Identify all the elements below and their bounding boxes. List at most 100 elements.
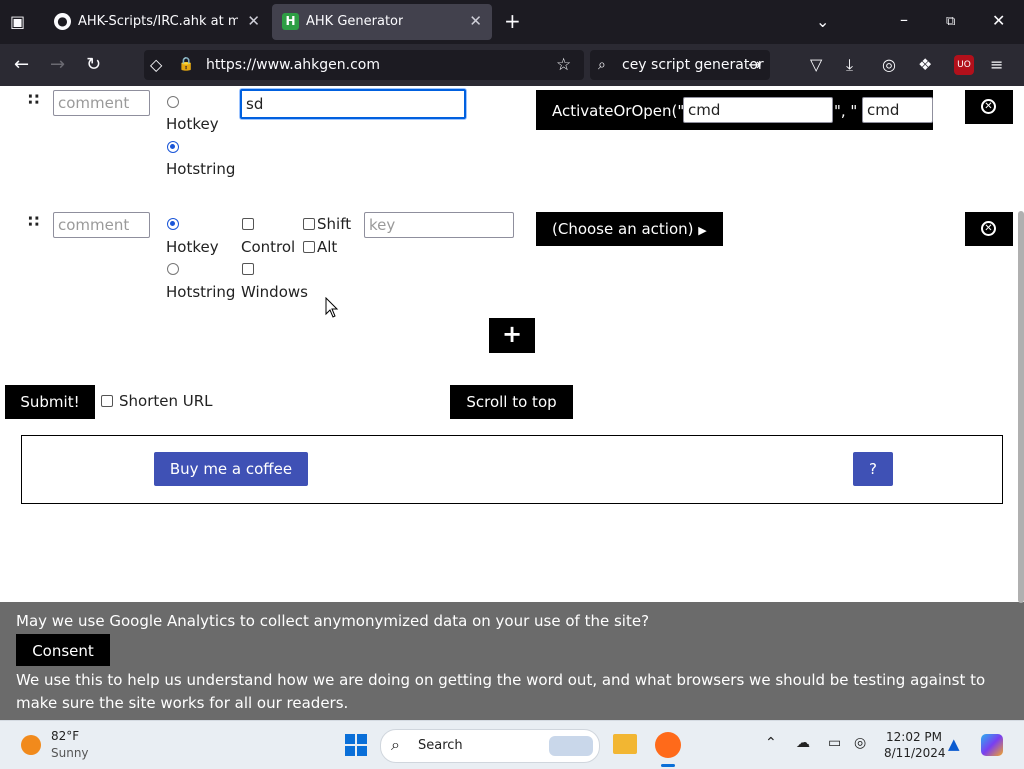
- close-icon[interactable]: ✕: [469, 12, 482, 30]
- windows-taskbar: 82°F Sunny ⌕ Search ⌃ ☁ ▭ ◎ 12:02 PM 8/1…: [0, 720, 1024, 769]
- tab-title: AHK-Scripts/IRC.ahk at master: [78, 14, 238, 29]
- download-icon[interactable]: ⤓: [846, 55, 853, 75]
- consent-banner: May we use Google Analytics to collect a…: [0, 602, 1024, 720]
- action-arg2-input[interactable]: [862, 97, 933, 123]
- alt-label: Alt: [317, 238, 338, 256]
- active-app-indicator: [661, 764, 675, 767]
- reload-icon[interactable]: ↻: [86, 55, 101, 75]
- github-icon: ●: [54, 13, 71, 30]
- ahk-favicon-icon: H: [282, 13, 299, 30]
- copilot-icon[interactable]: [981, 734, 1003, 756]
- hotstring-radio[interactable]: [167, 141, 179, 153]
- extensions-icon[interactable]: ❖: [918, 55, 932, 75]
- hotstring-radio[interactable]: [167, 263, 179, 275]
- action-arg1-input[interactable]: [683, 97, 833, 123]
- weather-temp[interactable]: 82°F: [51, 729, 79, 743]
- hotkey-label: Hotkey: [166, 115, 219, 133]
- alt-checkbox[interactable]: [303, 241, 315, 253]
- hotstring-label: Hotstring: [166, 283, 236, 301]
- shield-icon[interactable]: ◇: [150, 55, 162, 75]
- remove-row-button[interactable]: ✕: [965, 212, 1013, 246]
- search-icon: ⌕: [598, 57, 606, 73]
- search-icon: ⌕: [391, 735, 400, 754]
- drag-handle-icon[interactable]: ∷: [28, 212, 39, 231]
- mouse-cursor-icon: [325, 297, 339, 318]
- drag-handle-icon[interactable]: ∷: [28, 90, 39, 109]
- menu-icon[interactable]: ≡: [990, 55, 1003, 75]
- windows-label: Windows: [241, 283, 308, 301]
- close-icon[interactable]: ✕: [247, 12, 260, 30]
- consent-button[interactable]: Consent: [16, 634, 110, 666]
- tab-title: AHK Generator: [306, 14, 404, 29]
- hotkey-radio[interactable]: [167, 218, 179, 230]
- add-row-button[interactable]: +: [489, 318, 535, 353]
- account-icon[interactable]: ◎: [882, 55, 896, 75]
- ublock-icon[interactable]: UO: [954, 55, 974, 75]
- comment-input[interactable]: [53, 90, 150, 116]
- hotstring-input[interactable]: [240, 89, 466, 119]
- chevron-down-icon[interactable]: ⌄: [816, 12, 829, 32]
- control-checkbox[interactable]: [242, 218, 254, 230]
- tray-chevron-up-icon[interactable]: ⌃: [765, 735, 777, 751]
- shift-label: Shift: [317, 215, 352, 233]
- close-circle-icon: ✕: [981, 221, 996, 236]
- windows-start-icon[interactable]: [345, 734, 367, 756]
- weather-desc[interactable]: Sunny: [51, 746, 89, 760]
- action-separator-label: ", ": [834, 102, 858, 120]
- submit-button[interactable]: Submit!: [5, 385, 95, 419]
- bookmark-star-icon[interactable]: ☆: [556, 55, 571, 75]
- shorten-url-checkbox[interactable]: [101, 395, 113, 407]
- remove-row-button[interactable]: ✕: [965, 90, 1013, 124]
- file-explorer-icon[interactable]: [613, 734, 637, 754]
- display-icon[interactable]: ▭: [828, 735, 841, 751]
- choose-action-button[interactable]: (Choose an action) ▶: [536, 212, 723, 246]
- page-scrollbar[interactable]: [1018, 211, 1024, 603]
- shorten-url-label: Shorten URL: [119, 392, 213, 410]
- new-tab-icon[interactable]: +: [504, 11, 521, 31]
- cloud-icon[interactable]: ☁: [796, 735, 810, 751]
- clock-time[interactable]: 12:02 PM: [886, 730, 942, 744]
- action-function-label: ActivateOrOpen(": [552, 102, 685, 120]
- page-content: ∷ Hotkey Hotstring ActivateOrOpen(" ", "…: [0, 86, 1024, 720]
- tab-ahk-generator[interactable]: H AHK Generator ✕: [272, 4, 492, 40]
- taskbar-search[interactable]: ⌕ Search: [380, 729, 600, 763]
- key-input[interactable]: [364, 212, 514, 238]
- notification-bell-icon[interactable]: ▲: [948, 735, 960, 753]
- forward-icon[interactable]: →: [50, 55, 65, 75]
- back-icon[interactable]: ←: [14, 55, 29, 75]
- shift-checkbox[interactable]: [303, 218, 315, 230]
- control-label: Control: [241, 238, 296, 256]
- sun-icon[interactable]: [21, 735, 41, 755]
- search-go-icon[interactable]: →: [748, 55, 761, 75]
- choose-action-label: (Choose an action): [552, 220, 694, 238]
- hotstring-label: Hotstring: [166, 160, 236, 178]
- help-button[interactable]: ?: [853, 452, 893, 486]
- tab-github[interactable]: ● AHK-Scripts/IRC.ahk at master ✕: [44, 4, 270, 40]
- url-text[interactable]: https://www.ahkgen.com: [206, 57, 380, 73]
- buy-me-a-coffee-button[interactable]: Buy me a coffee: [154, 452, 308, 486]
- minimize-icon[interactable]: –: [900, 10, 908, 30]
- clock-date[interactable]: 8/11/2024: [884, 746, 946, 760]
- close-circle-icon: ✕: [981, 99, 996, 114]
- firefox-icon[interactable]: [655, 732, 681, 758]
- hotkey-radio[interactable]: [167, 96, 179, 108]
- pocket-icon[interactable]: ▽: [810, 55, 822, 75]
- hotkey-label: Hotkey: [166, 238, 219, 256]
- restore-icon[interactable]: ⧉: [946, 12, 955, 32]
- browser-tab-bar: ▣ ● AHK-Scripts/IRC.ahk at master ✕ H AH…: [0, 0, 1024, 44]
- action-panel: ActivateOrOpen(" ", ": [536, 90, 933, 130]
- windows-checkbox[interactable]: [242, 263, 254, 275]
- comment-input[interactable]: [53, 212, 150, 238]
- search-highlight-icon: [549, 736, 593, 756]
- caret-right-icon: ▶: [698, 224, 707, 237]
- consent-explanation: We use this to help us understand how we…: [16, 671, 986, 712]
- footer-box: Buy me a coffee ?: [21, 435, 1003, 504]
- consent-question: May we use Google Analytics to collect a…: [16, 612, 650, 630]
- search-bar-text[interactable]: cey script generator: [622, 57, 764, 73]
- lock-icon[interactable]: 🔒: [178, 55, 194, 75]
- network-icon[interactable]: ◎: [854, 735, 866, 751]
- taskbar-search-placeholder: Search: [418, 738, 463, 753]
- window-close-icon[interactable]: ✕: [992, 11, 1005, 31]
- tab-overview-icon[interactable]: ▣: [10, 12, 25, 32]
- scroll-to-top-button[interactable]: Scroll to top: [450, 385, 573, 419]
